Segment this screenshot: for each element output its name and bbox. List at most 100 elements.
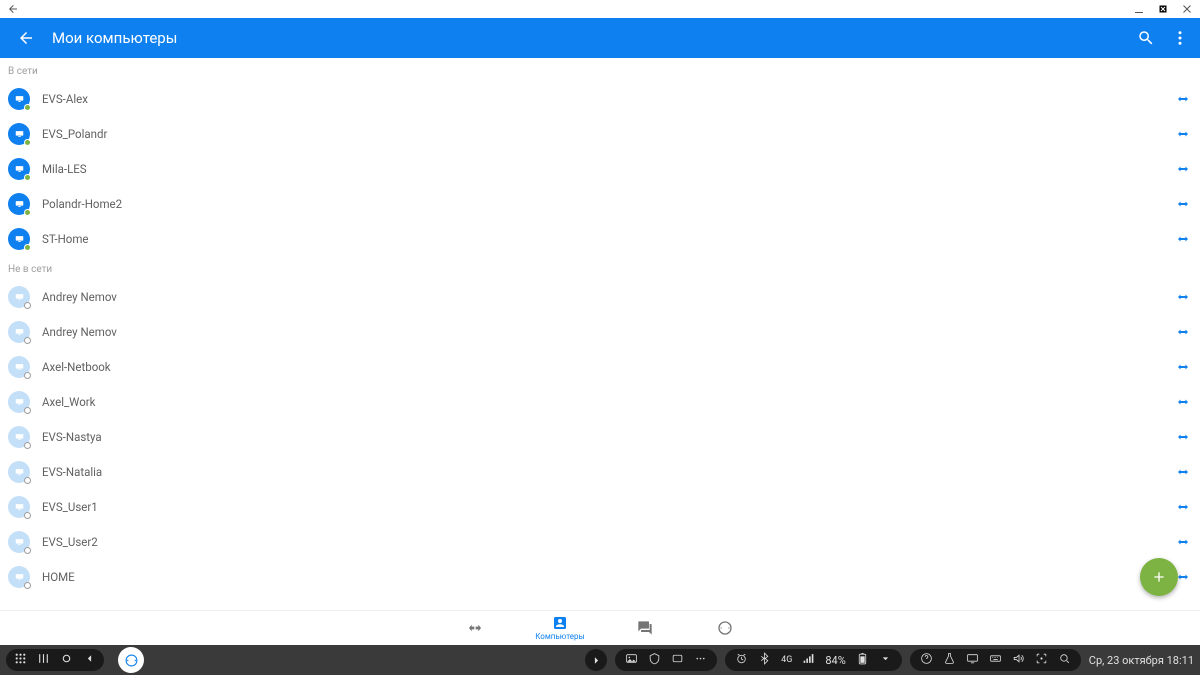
computer-row[interactable]: EVS_User2 bbox=[0, 524, 1200, 559]
taskbar-clock[interactable]: Ср, 23 октября 18:11 bbox=[1089, 654, 1194, 667]
volume-icon[interactable] bbox=[1012, 652, 1025, 668]
status-online-icon bbox=[24, 139, 31, 146]
taskbar-status-pill[interactable]: 4G 84% bbox=[725, 649, 902, 671]
computer-row[interactable]: Mila-LES bbox=[0, 151, 1200, 186]
connect-button[interactable] bbox=[1174, 288, 1192, 306]
signal-icon bbox=[802, 652, 815, 668]
lab-icon[interactable] bbox=[943, 652, 956, 668]
window-maximize-button[interactable] bbox=[1156, 2, 1170, 16]
status-offline-icon bbox=[24, 407, 31, 414]
image-icon bbox=[625, 652, 638, 668]
computer-icon bbox=[8, 228, 30, 250]
window-minimize-button[interactable] bbox=[1132, 2, 1146, 16]
nav-connect[interactable] bbox=[455, 620, 495, 636]
taskbar-notif-pill[interactable] bbox=[615, 649, 717, 671]
page-title: Мои компьютеры bbox=[52, 29, 177, 47]
help-icon[interactable] bbox=[920, 652, 933, 668]
titlebar-back-icon[interactable] bbox=[6, 2, 20, 16]
nav-computers[interactable]: Компьютеры bbox=[535, 615, 585, 641]
computer-name: Axel_Work bbox=[42, 395, 1174, 409]
computer-name: Andrey Nemov bbox=[42, 290, 1174, 304]
computer-row[interactable]: HOME bbox=[0, 559, 1200, 594]
computer-row[interactable]: EVS-Nastya bbox=[0, 419, 1200, 454]
bluetooth-icon bbox=[758, 652, 771, 668]
status-offline-icon bbox=[24, 512, 31, 519]
nav-computers-label: Компьютеры bbox=[535, 632, 585, 641]
computer-row[interactable]: EVS-Natalia bbox=[0, 454, 1200, 489]
connect-button[interactable] bbox=[1174, 230, 1192, 248]
connect-button[interactable] bbox=[1174, 428, 1192, 446]
back-button[interactable] bbox=[14, 26, 38, 50]
window-close-button[interactable] bbox=[1180, 2, 1194, 16]
add-fab-button[interactable] bbox=[1140, 558, 1178, 596]
status-online-icon bbox=[24, 104, 31, 111]
computer-list: В сети EVS-AlexEVS_PolandrMila-LESPoland… bbox=[0, 58, 1200, 610]
connect-button[interactable] bbox=[1174, 160, 1192, 178]
battery-text: 84% bbox=[825, 654, 845, 667]
connect-button[interactable] bbox=[1174, 195, 1192, 213]
computer-row[interactable]: EVS-Alex bbox=[0, 81, 1200, 116]
search-button[interactable] bbox=[1134, 26, 1158, 50]
connect-button[interactable] bbox=[1174, 463, 1192, 481]
computer-icon bbox=[8, 286, 30, 308]
computer-icon bbox=[8, 123, 30, 145]
computer-row[interactable]: Axel_Work bbox=[0, 384, 1200, 419]
computer-row[interactable]: Andrey Nemov bbox=[0, 279, 1200, 314]
taskbar-app-teamviewer[interactable] bbox=[118, 647, 144, 673]
chevron-down-icon bbox=[879, 652, 892, 668]
computer-icon bbox=[8, 356, 30, 378]
back-nav-icon[interactable] bbox=[83, 652, 96, 668]
home-icon[interactable] bbox=[60, 652, 73, 668]
connect-button[interactable] bbox=[1174, 323, 1192, 341]
status-offline-icon bbox=[24, 302, 31, 309]
connect-button[interactable] bbox=[1174, 533, 1192, 551]
computer-name: EVS-Natalia bbox=[42, 465, 1174, 479]
computer-row[interactable]: EVS_User1 bbox=[0, 489, 1200, 524]
card-icon bbox=[671, 652, 684, 668]
computer-name: Axel-Netbook bbox=[42, 360, 1174, 374]
keyboard-icon[interactable] bbox=[989, 652, 1002, 668]
computer-row[interactable]: ST-Home bbox=[0, 221, 1200, 256]
computer-row[interactable]: Polandr-Home2 bbox=[0, 186, 1200, 221]
nav-chat[interactable] bbox=[625, 620, 665, 636]
computer-icon bbox=[8, 391, 30, 413]
apps-grid-icon[interactable] bbox=[14, 652, 27, 668]
computer-name: EVS-Alex bbox=[42, 92, 1174, 106]
computer-icon bbox=[8, 531, 30, 553]
computer-name: Andrey Nemov bbox=[42, 325, 1174, 339]
recents-icon[interactable] bbox=[37, 652, 50, 668]
computer-name: Polandr-Home2 bbox=[42, 197, 1174, 211]
status-offline-icon bbox=[24, 477, 31, 484]
computer-row[interactable]: EVS_Polandr bbox=[0, 116, 1200, 151]
computer-icon bbox=[8, 88, 30, 110]
status-online-icon bbox=[24, 244, 31, 251]
computer-icon bbox=[8, 193, 30, 215]
section-header-offline: Не в сети bbox=[0, 256, 1200, 279]
taskbar-expand-button[interactable] bbox=[585, 649, 607, 671]
store-icon bbox=[648, 652, 661, 668]
computer-name: Mila-LES bbox=[42, 162, 1174, 176]
connect-button[interactable] bbox=[1174, 90, 1192, 108]
alarm-icon bbox=[735, 652, 748, 668]
computer-row[interactable]: Axel-Netbook bbox=[0, 349, 1200, 384]
computer-icon bbox=[8, 461, 30, 483]
computer-icon bbox=[8, 426, 30, 448]
display-icon[interactable] bbox=[966, 652, 979, 668]
connect-button[interactable] bbox=[1174, 125, 1192, 143]
battery-icon bbox=[856, 652, 869, 668]
computer-icon bbox=[8, 158, 30, 180]
computer-row[interactable]: Andrey Nemov bbox=[0, 314, 1200, 349]
computer-icon bbox=[8, 321, 30, 343]
connect-button[interactable] bbox=[1174, 498, 1192, 516]
more-dots-icon bbox=[694, 652, 707, 668]
status-offline-icon bbox=[24, 337, 31, 344]
network-4g-icon: 4G bbox=[781, 656, 792, 665]
taskbar-tools-pill[interactable] bbox=[910, 649, 1081, 671]
computer-name: EVS-Nastya bbox=[42, 430, 1174, 444]
search-sys-icon[interactable] bbox=[1058, 652, 1071, 668]
screenshot-icon[interactable] bbox=[1035, 652, 1048, 668]
nav-solutions[interactable] bbox=[705, 620, 745, 636]
connect-button[interactable] bbox=[1174, 393, 1192, 411]
more-menu-button[interactable] bbox=[1168, 26, 1192, 50]
connect-button[interactable] bbox=[1174, 358, 1192, 376]
